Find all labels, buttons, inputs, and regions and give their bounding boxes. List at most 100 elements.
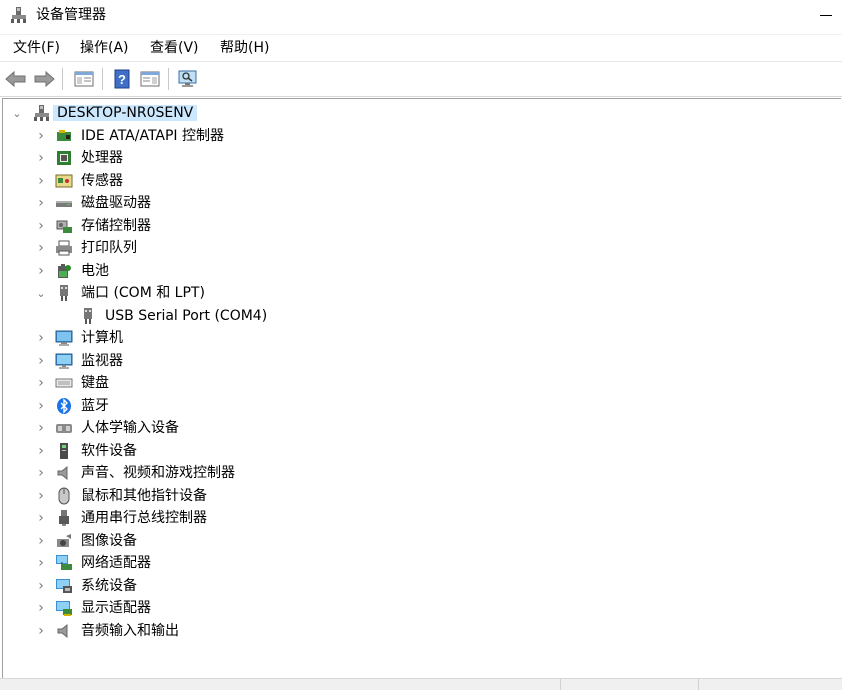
system-device-icon xyxy=(56,578,72,593)
expand-chevron-icon[interactable]: › xyxy=(35,195,47,211)
tree-item-label: 人体学输入设备 xyxy=(81,420,179,436)
show-hide-console-tree-button[interactable] xyxy=(72,67,96,91)
computer-name: DESKTOP-NR0SENV xyxy=(53,105,198,121)
tree-device-row[interactable]: USB Serial Port (COM4) xyxy=(3,305,841,327)
display-adapter-icon xyxy=(56,601,72,616)
expand-chevron-icon[interactable]: › xyxy=(35,375,47,391)
tree-category-row[interactable]: › 处理器 xyxy=(3,147,841,169)
toolbar-separator xyxy=(62,68,63,90)
expand-chevron-icon[interactable]: › xyxy=(35,263,47,279)
tree-category-row[interactable]: › IDE ATA/ATAPI 控制器 xyxy=(3,125,841,147)
tree-item-label: 磁盘驱动器 xyxy=(81,195,151,211)
collapse-chevron-icon[interactable]: ⌄ xyxy=(35,285,47,301)
tree-category-row[interactable]: › 键盘 xyxy=(3,372,841,394)
expand-chevron-icon[interactable]: › xyxy=(35,465,47,481)
menu-action[interactable]: 操作(A) xyxy=(78,39,131,57)
expand-chevron-icon[interactable]: › xyxy=(35,623,47,639)
tree-category-row[interactable]: › 音频输入和输出 xyxy=(3,620,841,642)
computer-icon xyxy=(55,330,73,346)
back-button[interactable] xyxy=(4,67,28,91)
disk-drive-icon xyxy=(56,201,72,207)
window-title: 设备管理器 xyxy=(36,7,106,23)
tree-item-label: 软件设备 xyxy=(81,442,137,459)
scan-hardware-button[interactable] xyxy=(176,67,200,91)
tree-item-label: 监视器 xyxy=(81,352,123,369)
keyboard-icon xyxy=(55,378,73,388)
expand-chevron-icon[interactable]: › xyxy=(35,600,47,616)
tree-category-row[interactable]: › 计算机 xyxy=(3,327,841,349)
monitor-icon xyxy=(55,353,73,369)
back-arrow-icon xyxy=(5,70,26,88)
expand-chevron-icon[interactable]: › xyxy=(35,578,47,594)
tree-category-row[interactable]: › 软件设备 xyxy=(3,440,841,462)
tree-item-label: 蓝牙 xyxy=(81,397,109,414)
status-cell xyxy=(698,679,699,690)
scan-hardware-monitor-icon xyxy=(178,70,197,87)
collapse-chevron-icon[interactable]: ⌄ xyxy=(11,105,23,121)
status-bar xyxy=(0,678,842,690)
help-button[interactable]: ? xyxy=(110,67,134,91)
tree-item-label: 打印队列 xyxy=(81,240,137,256)
usb-icon xyxy=(59,510,69,526)
forward-button[interactable] xyxy=(32,67,56,91)
minimize-button[interactable] xyxy=(816,14,834,24)
tree-category-row[interactable]: › 网络适配器 xyxy=(3,552,841,574)
expand-chevron-icon[interactable]: › xyxy=(35,218,47,234)
tree-root-row[interactable]: ⌄ DESKTOP-NR0SENV xyxy=(3,102,841,124)
expand-chevron-icon[interactable]: › xyxy=(35,330,47,346)
expand-chevron-icon[interactable]: › xyxy=(35,398,47,414)
menu-help[interactable]: 帮助(H) xyxy=(218,39,271,57)
expand-chevron-icon[interactable]: › xyxy=(35,240,47,256)
tree-category-row[interactable]: › 监视器 xyxy=(3,350,841,372)
tree-item-label: 传感器 xyxy=(81,172,123,189)
tree-item-label: 计算机 xyxy=(81,330,123,346)
tree-category-row[interactable]: › 显示适配器 xyxy=(3,597,841,619)
menu-file[interactable]: 文件(F) xyxy=(11,39,62,57)
expand-chevron-icon[interactable]: › xyxy=(35,420,47,436)
help-icon: ? xyxy=(114,69,130,89)
tree-item-label: 音频输入和输出 xyxy=(81,622,179,639)
device-tree: ⌄ DESKTOP-NR0SENV › IDE ATA/ATAPI 控制器 › 处理器… xyxy=(2,98,841,679)
properties-pane-icon xyxy=(140,71,160,87)
tree-category-row[interactable]: › 传感器 xyxy=(3,170,841,192)
tree-item-label: 图像设备 xyxy=(81,532,137,549)
tree-item-label: 端口 (COM 和 LPT) xyxy=(81,285,205,301)
tree-item-label: 处理器 xyxy=(81,150,123,166)
tree-item-label: USB Serial Port (COM4) xyxy=(105,307,268,324)
expand-chevron-icon[interactable]: › xyxy=(35,443,47,459)
tree-category-row[interactable]: › 图像设备 xyxy=(3,530,841,552)
expand-chevron-icon[interactable]: › xyxy=(35,150,47,166)
tree-item-label: 电池 xyxy=(81,262,109,279)
tree-category-row[interactable]: › 磁盘驱动器 xyxy=(3,192,841,214)
tree-item-label: 声音、视频和游戏控制器 xyxy=(81,465,235,481)
expand-chevron-icon[interactable]: › xyxy=(35,488,47,504)
tree-category-row[interactable]: › 系统设备 xyxy=(3,575,841,597)
expand-chevron-icon[interactable]: › xyxy=(35,555,47,571)
speaker-icon xyxy=(57,465,68,481)
expand-chevron-icon[interactable]: › xyxy=(35,128,47,144)
properties-pane-button[interactable] xyxy=(138,67,162,91)
tree-item-label: 网络适配器 xyxy=(81,555,151,571)
menu-view[interactable]: 查看(V) xyxy=(148,39,201,57)
tree-category-row[interactable]: › 存储控制器 xyxy=(3,215,841,237)
expand-chevron-icon[interactable]: › xyxy=(35,510,47,526)
tree-category-row[interactable]: ⌄ 端口 (COM 和 LPT) xyxy=(3,282,841,304)
camera-icon xyxy=(57,533,71,547)
tree-item-label: IDE ATA/ATAPI 控制器 xyxy=(81,127,225,144)
expand-chevron-icon[interactable]: › xyxy=(35,173,47,189)
tree-category-row[interactable]: › 人体学输入设备 xyxy=(3,417,841,439)
tree-category-row[interactable]: › 蓝牙 xyxy=(3,395,841,417)
expand-chevron-icon[interactable]: › xyxy=(35,353,47,369)
toolbar-separator xyxy=(168,68,169,90)
tree-category-row[interactable]: › 声音、视频和游戏控制器 xyxy=(3,462,841,484)
tree-category-row[interactable]: › 鼠标和其他指针设备 xyxy=(3,485,841,507)
tree-category-row[interactable]: › 通用串行总线控制器 xyxy=(3,507,841,529)
expand-chevron-icon[interactable]: › xyxy=(35,533,47,549)
tree-category-row[interactable]: › 电池 xyxy=(3,260,841,282)
bluetooth-icon xyxy=(57,397,71,414)
toolbar-separator xyxy=(102,68,103,90)
computer-root-icon xyxy=(34,105,49,121)
tree-item-label: 键盘 xyxy=(81,375,109,391)
processor-icon xyxy=(57,151,71,165)
tree-category-row[interactable]: › 打印队列 xyxy=(3,237,841,259)
